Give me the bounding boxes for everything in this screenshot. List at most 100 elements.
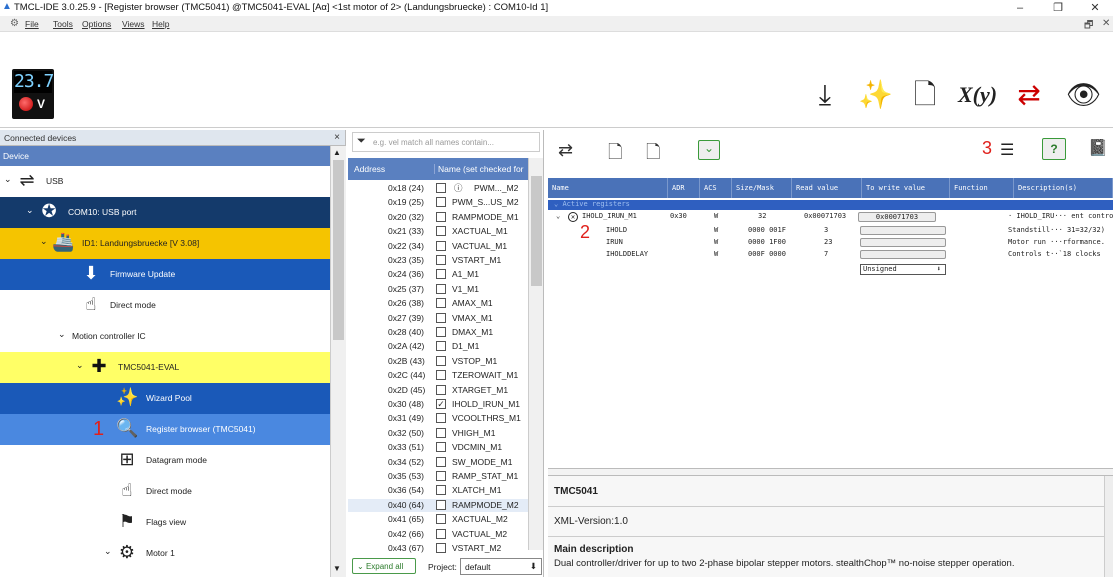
filter-input[interactable]: e.g. vel match all names contain...	[373, 138, 494, 147]
device-tree-row[interactable]: ✨ Wizard Pool	[0, 383, 330, 414]
register-row-main[interactable]: ⌄ ✕ IHOLD_IRUN_M1 0x30 W 32 0x00071703 0…	[548, 212, 1113, 224]
menu-file[interactable]: File	[25, 19, 39, 29]
chevron-down-icon[interactable]: ⌄	[104, 547, 112, 557]
swap-icon[interactable]: ⇄	[558, 140, 573, 161]
register-checkbox[interactable]	[436, 514, 446, 525]
expand-all-button[interactable]: ⌄ Expand all	[352, 558, 416, 574]
device-tree-row[interactable]: ⊞ Datagram mode	[0, 445, 330, 476]
eye-icon[interactable]: 👁	[1066, 78, 1102, 112]
download-icon[interactable]: ⤓	[808, 78, 842, 112]
minimize-button[interactable]: –	[1005, 0, 1035, 16]
register-list-row[interactable]: 0x2B (43) VSTOP_M1	[348, 355, 528, 368]
filter-box[interactable]: ⏷ e.g. vel match all names contain...	[352, 132, 540, 152]
book-icon[interactable]: 📓	[1088, 138, 1108, 158]
device-tree-row[interactable]: ☝ Direct mode	[0, 290, 330, 321]
bitfield-row[interactable]: IHOLD W 0000 001F 3 Standstill··· 31=32/32)	[548, 226, 1113, 238]
register-list-row[interactable]: 0x18 (24) ⓘ PWM..._M2	[348, 182, 528, 195]
active-registers-group[interactable]: ⌄ Active registers	[548, 200, 1113, 210]
register-list-row[interactable]: 0x42 (66) VACTUAL_M2	[348, 528, 528, 541]
register-list-row[interactable]: 0x25 (37) V1_M1	[348, 283, 528, 296]
chevron-down-icon[interactable]: ⌄	[58, 330, 66, 340]
chevron-down-icon[interactable]: ⌄	[76, 361, 84, 371]
register-list-row[interactable]: 0x33 (51) VDCMIN_M1	[348, 441, 528, 454]
register-list-row[interactable]: 0x20 (32) RAMPMODE_M1	[348, 211, 528, 224]
register-checkbox[interactable]	[436, 370, 446, 381]
xy-function-icon[interactable]: X(y)	[958, 78, 997, 112]
register-checkbox[interactable]	[436, 197, 446, 208]
device-column-header[interactable]: Device	[0, 146, 330, 166]
device-tree-row[interactable]: ⬇ Firmware Update	[0, 259, 330, 290]
register-list-row[interactable]: 0x21 (33) XACTUAL_M1	[348, 225, 528, 238]
panel-close-button[interactable]: ×	[334, 132, 340, 143]
register-list-row[interactable]: 0x40 (64) RAMPMODE_M2	[348, 498, 528, 512]
register-checkbox[interactable]	[436, 427, 446, 438]
device-tree-row[interactable]: ⌄ Motion controller IC	[0, 321, 330, 352]
register-list-row[interactable]: 0x2C (44) TZEROWAIT_M1	[348, 369, 528, 382]
register-checkbox[interactable]	[436, 312, 446, 323]
voltage-display[interactable]: 23.7 V	[12, 69, 54, 119]
register-checkbox[interactable]	[436, 355, 446, 366]
chevron-down-icon[interactable]: ⌄	[4, 175, 12, 185]
import-icon[interactable]: 🗋	[608, 140, 622, 170]
register-list-row[interactable]: 0x24 (36) A1_M1	[348, 268, 528, 281]
register-list-row[interactable]: 0x28 (40) DMAX_M1	[348, 326, 528, 339]
register-checkbox[interactable]	[436, 442, 446, 453]
register-list-row[interactable]: 0x27 (39) VMAX_M1	[348, 312, 528, 325]
scroll-up-icon[interactable]: ▲	[333, 148, 341, 157]
project-select[interactable]: default ⬇	[460, 558, 542, 575]
format-select[interactable]: Unsigned ⬇	[860, 264, 946, 275]
register-checkbox[interactable]	[436, 485, 446, 496]
help-button[interactable]: ?	[1042, 138, 1066, 160]
mdi-close-button[interactable]: ✕	[1102, 18, 1110, 29]
register-checkbox[interactable]	[436, 211, 446, 222]
expand-chevron-icon[interactable]: ⌄	[556, 212, 560, 220]
register-list-row[interactable]: 0x43 (67) VSTART_M2	[348, 542, 528, 555]
col-function-header[interactable]: Function	[950, 178, 1014, 198]
device-tree-row[interactable]: ⌄ 🚢 ID1: Landungsbruecke [V 3.08]	[0, 228, 330, 259]
register-checkbox[interactable]	[436, 226, 446, 237]
register-list-row[interactable]: 0x31 (49) VCOOLTHRS_M1	[348, 412, 528, 425]
register-list-row[interactable]: 0x22 (34) VACTUAL_M1	[348, 240, 528, 253]
info-scrollbar[interactable]	[1104, 476, 1113, 577]
register-checkbox[interactable]	[436, 269, 446, 280]
register-checkbox[interactable]	[436, 456, 446, 467]
col-name[interactable]: Name (set checked for	[434, 164, 524, 174]
register-checkbox[interactable]	[436, 183, 446, 193]
register-list-row[interactable]: 0x2A (42) D1_M1	[348, 340, 528, 353]
col-size-header[interactable]: Size/Mask	[732, 178, 792, 198]
register-checkbox[interactable]	[436, 240, 446, 251]
scroll-down-icon[interactable]: ▼	[333, 564, 341, 573]
splitter[interactable]	[548, 468, 1113, 476]
col-name-header[interactable]: Name	[548, 178, 668, 198]
chevron-down-icon[interactable]: ⌄	[26, 206, 34, 216]
collapse-button[interactable]: ⌄	[698, 140, 720, 160]
register-checkbox[interactable]	[436, 413, 446, 424]
register-list-row[interactable]: 0x35 (53) RAMP_STAT_M1	[348, 470, 528, 483]
register-checkbox[interactable]	[436, 499, 446, 510]
register-checkbox[interactable]	[436, 543, 446, 553]
bitfield-row[interactable]: IHOLDDELAY W 000F 0000 7 Controls t··`18 clo…	[548, 250, 1113, 262]
bitfield-write-input[interactable]	[860, 250, 946, 259]
register-list-row[interactable]: 0x41 (65) XACTUAL_M2	[348, 513, 528, 526]
register-scroll-thumb[interactable]	[531, 176, 542, 286]
register-checkbox[interactable]: ✓	[436, 399, 446, 409]
register-list-row[interactable]: 0x32 (50) VHIGH_M1	[348, 427, 528, 440]
menu-options[interactable]: Options	[82, 19, 111, 29]
register-scrollbar[interactable]	[528, 158, 543, 550]
close-button[interactable]: ✕	[1080, 0, 1110, 16]
device-tree-row[interactable]: ⚑ Flags view	[0, 507, 330, 538]
chevron-down-icon[interactable]: ⌄	[40, 237, 48, 247]
devices-scrollbar[interactable]: ▲ ▼	[330, 146, 346, 577]
scroll-thumb[interactable]	[333, 160, 344, 340]
menu-tools[interactable]: Tools	[53, 19, 73, 29]
register-checkbox[interactable]	[436, 528, 446, 539]
list-sort-icon[interactable]: ☰	[1000, 140, 1014, 160]
register-list-row[interactable]: 0x30 (48) ✓ IHOLD_IRUN_M1	[348, 398, 528, 411]
bitfield-row[interactable]: IRUN W 0000 1F00 23 Motor run ···rformance.	[548, 238, 1113, 250]
device-tree-row[interactable]: 🔍 Register browser (TMC5041)	[0, 414, 330, 445]
app-menu-icon[interactable]: ⚙	[10, 18, 19, 29]
register-list-row[interactable]: 0x36 (54) XLATCH_M1	[348, 484, 528, 497]
register-list-row[interactable]: 0x34 (52) SW_MODE_M1	[348, 456, 528, 469]
register-list-row[interactable]: 0x19 (25) PWM_S...US_M2	[348, 196, 528, 209]
col-read-header[interactable]: Read value	[792, 178, 862, 198]
